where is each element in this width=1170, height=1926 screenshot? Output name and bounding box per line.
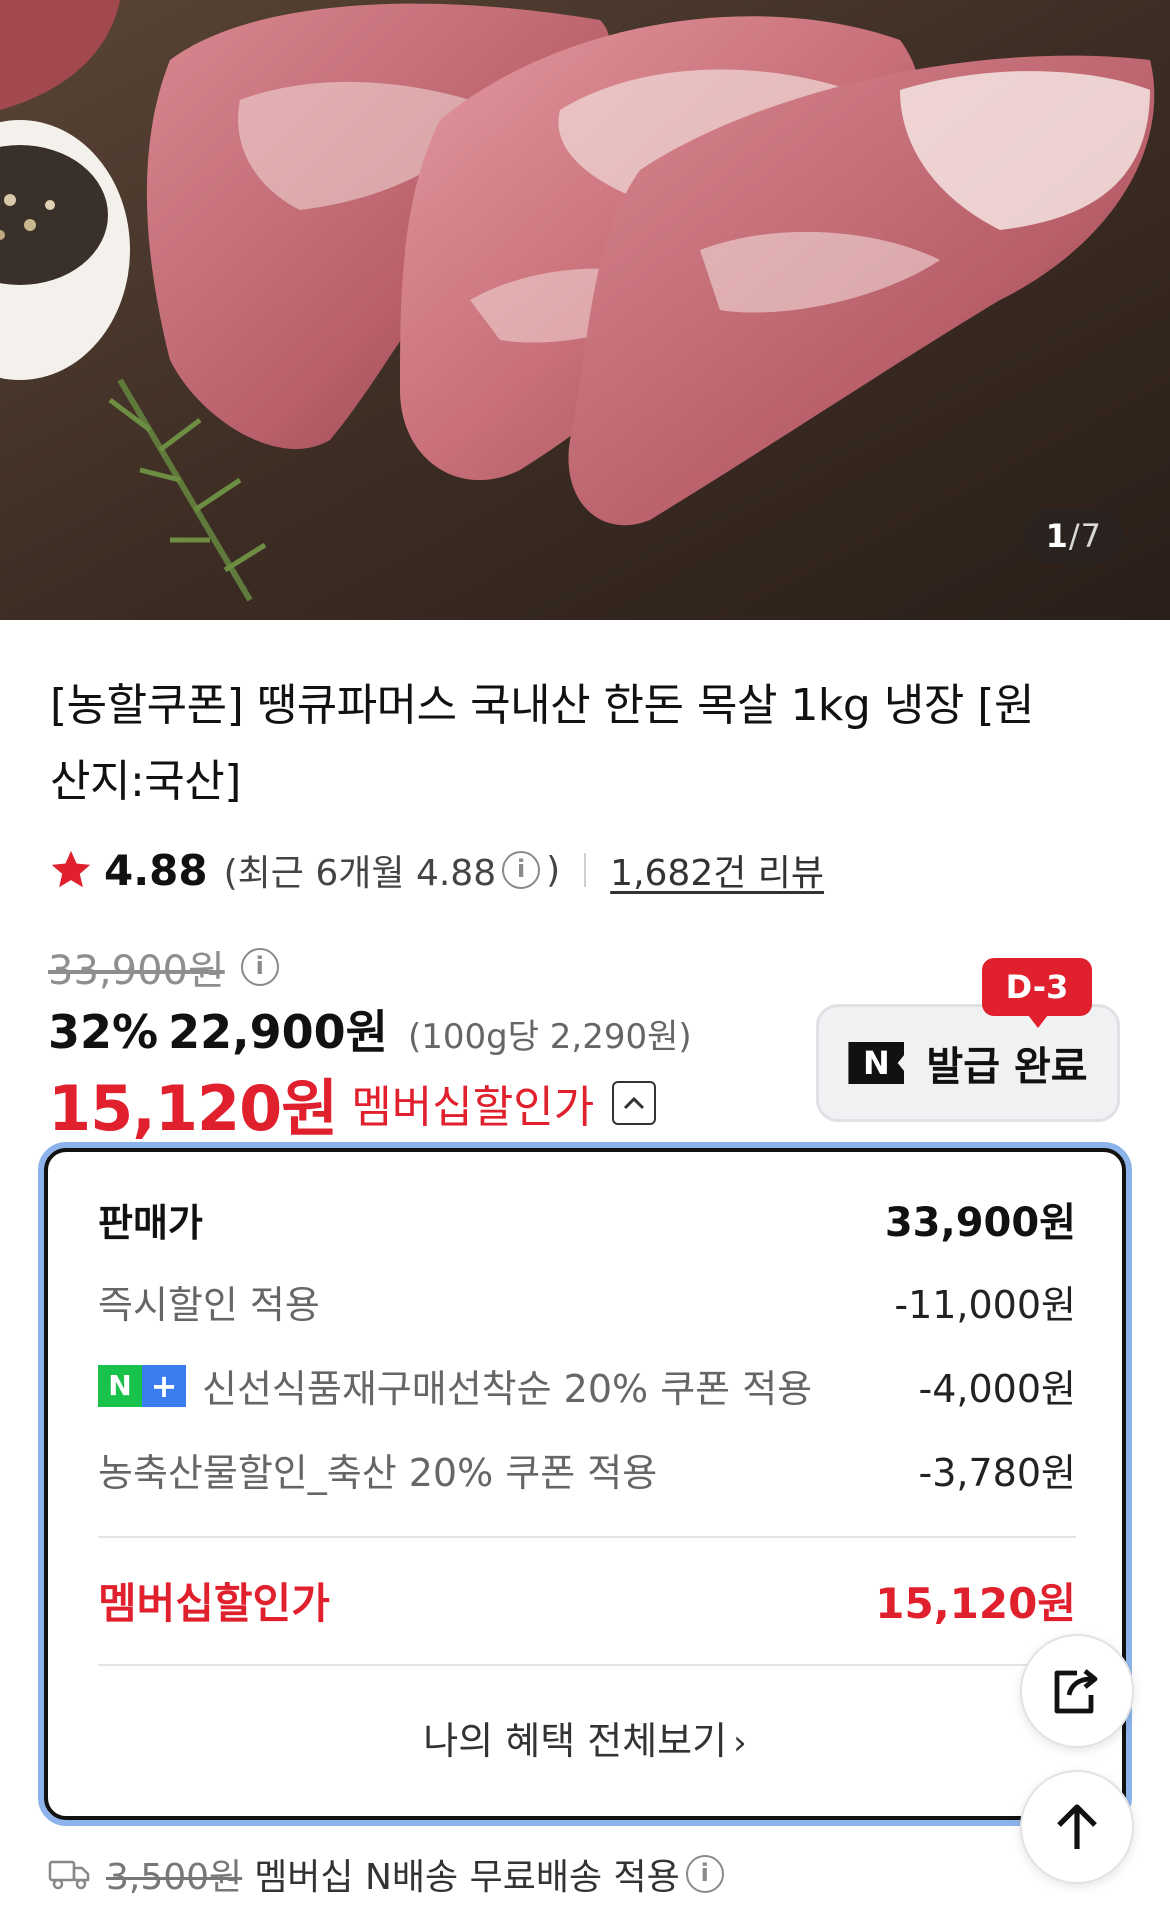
- d-day-badge: D-3: [982, 958, 1092, 1028]
- image-counter-total: 7: [1080, 517, 1102, 555]
- naver-plus-badge-plus: +: [142, 1364, 186, 1407]
- review-count-link[interactable]: 1,682건 리뷰: [610, 844, 824, 896]
- star-icon: [51, 850, 91, 888]
- benefit-toggle-button[interactable]: [612, 1081, 657, 1125]
- benefit-label: 농축산물할인_축산 20% 쿠폰 적용: [98, 1451, 658, 1495]
- product-image[interactable]: 1/7: [0, 0, 1170, 620]
- benefit-panel: 판매가 33,900원 즉시할인 적용 -11,000원 N + 신선식품재구매…: [44, 1148, 1126, 1820]
- image-counter: 1/7: [1023, 508, 1124, 564]
- naver-plus-badge: N +: [98, 1364, 186, 1407]
- benefit-label: 신선식품재구매선착순 20% 쿠폰 적용: [202, 1367, 813, 1411]
- shipping-original-fee: 3,500원: [106, 1857, 243, 1898]
- arrow-up-icon: [1057, 1804, 1097, 1849]
- chevron-right-icon: ›: [733, 1723, 747, 1763]
- info-icon[interactable]: i: [685, 1855, 724, 1893]
- benefit-row-total: 멤버십할인가 15,120원: [98, 1570, 1076, 1631]
- view-all-label: 나의 혜택 전체보기: [423, 1719, 728, 1763]
- image-counter-current: 1: [1045, 517, 1069, 555]
- benefit-divider: [98, 1664, 1076, 1666]
- benefit-label: 판매가: [98, 1200, 203, 1245]
- product-photo: [0, 0, 1170, 620]
- sale-price-row: 32% 22,900원 (100g당 2,290원): [48, 996, 692, 1062]
- benefit-value: -11,000원: [894, 1283, 1076, 1327]
- rating-recent: (최근 6개월 4.88 i ): [224, 844, 561, 896]
- benefit-value: -3,780원: [918, 1451, 1076, 1495]
- benefit-value: -4,000원: [918, 1367, 1076, 1411]
- original-price-row: 33,900원 i: [48, 938, 285, 996]
- shipping-row: 3,500원 멤버십 N배송 무료배송 적용 i: [48, 1846, 730, 1902]
- shipping-text: 멤버십 N배송 무료배송 적용: [254, 1857, 680, 1898]
- view-all-benefits-link[interactable]: 나의 혜택 전체보기 ›: [48, 1710, 1122, 1765]
- member-price-row: 15,120원 멤버십할인가: [48, 1058, 657, 1148]
- image-counter-separator: /: [1068, 517, 1081, 555]
- benefit-total-value: 15,120원: [875, 1579, 1076, 1628]
- naver-plus-badge-n: N: [98, 1364, 142, 1407]
- rating-recent-close: ): [546, 849, 561, 891]
- benefit-row-instant-discount: 즉시할인 적용 -11,000원: [98, 1274, 1076, 1329]
- info-icon[interactable]: i: [240, 948, 279, 986]
- share-button[interactable]: [1020, 1634, 1134, 1748]
- chevron-up-icon: [624, 1096, 645, 1110]
- benefit-row-nplus-coupon: N + 신선식품재구매선착순 20% 쿠폰 적용 -4,000원: [98, 1358, 1076, 1413]
- benefit-divider: [98, 1536, 1076, 1538]
- scroll-top-button[interactable]: [1020, 1770, 1134, 1884]
- rating-score: 4.88: [104, 845, 208, 895]
- benefit-row-list-price: 판매가 33,900원: [98, 1190, 1076, 1248]
- naver-n-logo: N: [848, 1042, 905, 1084]
- truck-icon: [48, 1860, 90, 1890]
- benefit-row-agri-coupon: 농축산물할인_축산 20% 쿠폰 적용 -3,780원: [98, 1442, 1076, 1497]
- benefit-label: 즉시할인 적용: [98, 1283, 320, 1327]
- member-price-label: 멤버십할인가: [351, 1082, 595, 1133]
- unit-price: (100g당 2,290원): [407, 1017, 692, 1057]
- share-icon: [1054, 1669, 1098, 1714]
- original-price: 33,900원: [48, 948, 225, 994]
- rating-recent-text: (최근 6개월 4.88: [223, 853, 497, 894]
- rating-divider: [584, 853, 587, 887]
- coupon-label: 발급 완료: [926, 1044, 1088, 1090]
- benefit-total-label: 멤버십할인가: [98, 1579, 330, 1628]
- info-icon[interactable]: i: [502, 851, 541, 889]
- product-title: [농할쿠폰] 땡큐파머스 국내산 한돈 목살 1kg 냉장 [원산지:국산]: [50, 680, 1034, 807]
- discount-rate: 32%: [48, 1005, 159, 1059]
- rating-row: 4.88 (최근 6개월 4.88 i ) 1,682건 리뷰: [48, 842, 824, 898]
- benefit-value: 33,900원: [884, 1200, 1076, 1246]
- member-price: 15,120원: [48, 1072, 338, 1145]
- coupon-download-button[interactable]: N 발급 완료: [816, 1004, 1120, 1122]
- sale-price: 22,900원: [168, 1005, 388, 1059]
- benefit-label-wrap: N + 신선식품재구매선착순 20% 쿠폰 적용: [98, 1358, 812, 1413]
